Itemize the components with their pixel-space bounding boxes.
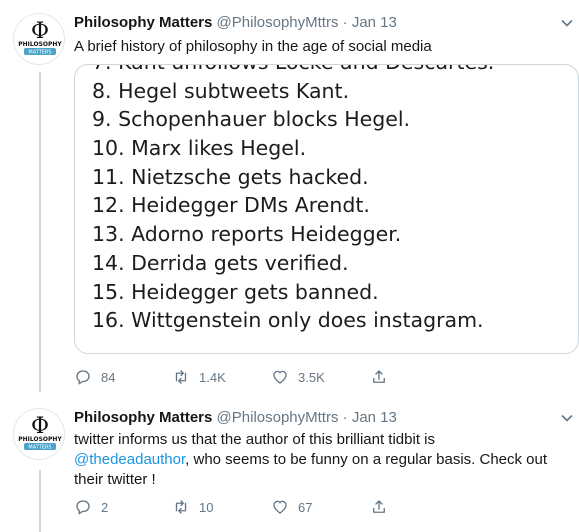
list-item: 9. Schopenhauer blocks Hegel. (92, 107, 411, 132)
user-handle[interactable]: @PhilosophyMttrs (217, 409, 339, 426)
like-icon (273, 370, 287, 384)
reply-icon (76, 500, 90, 515)
svg-text:MATTERS: MATTERS (28, 445, 51, 451)
user-handle[interactable]: @PhilosophyMttrs (217, 14, 339, 31)
thread-line (39, 72, 41, 392)
tweet-actions: 84 1.4K 3.5K (74, 368, 394, 390)
reply-icon (76, 370, 90, 385)
like-button[interactable]: 3.5K (271, 368, 325, 386)
tweet-text: twitter informs us that the author of th… (74, 430, 574, 490)
tweet-date[interactable]: Jan 13 (352, 14, 397, 31)
retweet-count: 10 (199, 499, 214, 515)
list-item: 14. Derrida gets verified. (92, 250, 349, 275)
text-line: @thedeadauthor, who seems to be funny on… (74, 450, 574, 470)
share-button[interactable] (370, 368, 397, 386)
list-item: 15. Heidegger gets banned. (92, 279, 379, 304)
list-item: 8. Hegel subtweets Kant. (92, 78, 350, 103)
retweet-button[interactable]: 10 (172, 498, 213, 516)
list-item: 16. Wittgenstein only does instagram. (92, 308, 484, 333)
list-item: 7. Kant unfollows Locke and Descartes. (92, 65, 494, 77)
list-item: 12. Heidegger DMs Arendt. (92, 193, 370, 218)
like-icon (273, 500, 287, 514)
chevron-down-icon[interactable] (560, 411, 574, 425)
mention-link[interactable]: @thedeadauthor (74, 451, 185, 468)
tweet-header: Philosophy Matters @PhilosophyMttrs · Ja… (74, 409, 397, 426)
tweet-image[interactable]: 7. Kant unfollows Locke and Descartes. 8… (74, 64, 579, 354)
share-icon (373, 370, 385, 383)
separator-dot: · (342, 409, 348, 426)
separator-dot: · (342, 14, 348, 31)
share-icon (373, 500, 385, 513)
display-name[interactable]: Philosophy Matters (74, 14, 212, 31)
text-line: twitter informs us that the author of th… (74, 431, 435, 448)
retweet-icon (175, 370, 187, 384)
tweet-actions: 2 10 67 (74, 498, 394, 520)
display-name[interactable]: Philosophy Matters (74, 409, 212, 426)
svg-text:MATTERS: MATTERS (28, 50, 51, 56)
share-button[interactable] (370, 498, 397, 516)
svg-text:PHILOSOPHY: PHILOSOPHY (18, 436, 62, 443)
like-count: 3.5K (298, 369, 325, 385)
svg-text:PHILOSOPHY: PHILOSOPHY (18, 41, 62, 48)
list-item: 11. Nietzsche gets hacked. (92, 164, 369, 189)
reply-count: 2 (101, 499, 109, 515)
reply-count: 84 (101, 369, 116, 385)
like-button[interactable]: 67 (271, 498, 312, 516)
avatar[interactable]: Φ PHILOSOPHY MATTERS (13, 408, 65, 460)
reply-button[interactable]: 2 (74, 498, 108, 516)
chevron-down-icon[interactable] (560, 16, 574, 30)
retweet-button[interactable]: 1.4K (172, 368, 226, 386)
philosophy-matters-logo: Φ PHILOSOPHY MATTERS (18, 19, 62, 56)
philosophy-matters-logo: Φ PHILOSOPHY MATTERS (18, 414, 62, 451)
tweet-text: A brief history of philosophy in the age… (74, 38, 432, 55)
list-item: 10. Marx likes Hegel. (92, 136, 307, 161)
avatar[interactable]: Φ PHILOSOPHY MATTERS (13, 13, 65, 65)
tweet-header: Philosophy Matters @PhilosophyMttrs · Ja… (74, 14, 397, 31)
retweet-count: 1.4K (199, 369, 226, 385)
retweet-icon (175, 500, 187, 514)
reply-button[interactable]: 84 (74, 368, 115, 386)
list-item: 13. Adorno reports Heidegger. (92, 222, 402, 247)
like-count: 67 (298, 499, 313, 515)
text-fragment: , who seems to be funny on a regular bas… (185, 451, 548, 468)
thread-line (39, 470, 41, 532)
image-text-list: 7. Kant unfollows Locke and Descartes. 8… (92, 65, 494, 335)
text-line: their twitter ! (74, 471, 156, 488)
tweet-date[interactable]: Jan 13 (352, 409, 397, 426)
